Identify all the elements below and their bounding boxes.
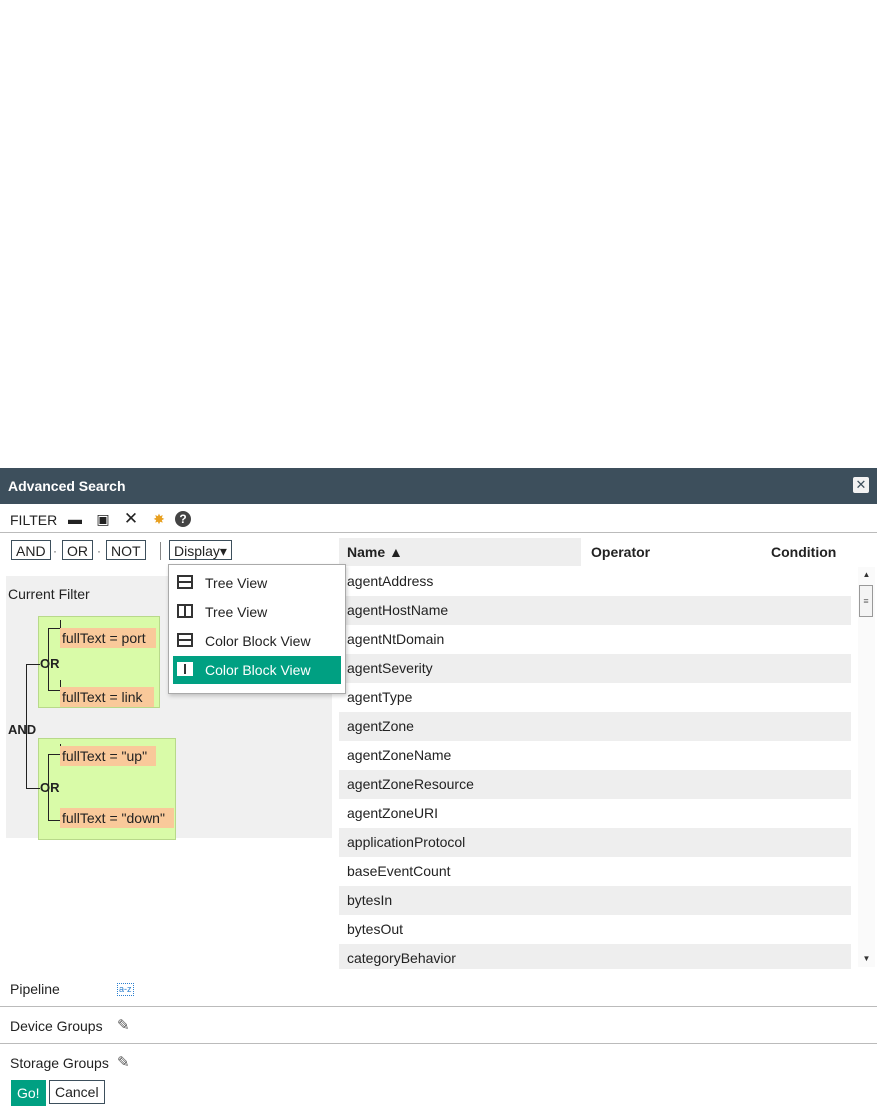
horizontal-layout-icon	[177, 633, 193, 647]
help-icon[interactable]: ?	[175, 511, 191, 527]
pencil-icon[interactable]: ✎	[117, 1053, 130, 1071]
storage-groups-label: Storage Groups	[10, 1055, 109, 1071]
column-header-condition[interactable]: Condition	[763, 538, 853, 566]
pipeline-section[interactable]: Pipeline a-z	[0, 970, 877, 1006]
cancel-button[interactable]: Cancel	[49, 1080, 105, 1104]
tree-connector	[48, 690, 60, 691]
table-row[interactable]: agentZoneName	[339, 741, 851, 770]
table-row[interactable]: agentZoneResource	[339, 770, 851, 799]
tree-connector	[48, 754, 60, 755]
sort-az-icon[interactable]: a-z	[117, 983, 134, 996]
clear-icon[interactable]: ✕	[122, 510, 140, 528]
close-icon[interactable]: ✕	[853, 477, 869, 493]
table-scrollbar[interactable]: ▲ ≡ ▼	[858, 567, 875, 967]
scroll-down-icon[interactable]: ▼	[858, 953, 875, 965]
menu-item-tree-view-horizontal[interactable]: Tree View	[173, 569, 341, 597]
magic-wand-icon[interactable]: ✸	[150, 510, 168, 528]
filter-leaf[interactable]: fullText = port	[60, 628, 156, 648]
or-button[interactable]: OR	[62, 540, 93, 560]
tree-connector	[48, 628, 60, 629]
device-groups-section[interactable]: Device Groups ✎	[0, 1006, 877, 1043]
tree-connector	[26, 788, 40, 789]
vertical-layout-icon	[177, 604, 193, 618]
save-icon[interactable]: ▣	[94, 510, 112, 528]
separator-line	[160, 542, 161, 560]
column-header-name[interactable]: Name ▲	[339, 538, 581, 566]
menu-item-color-block-view-vertical[interactable]: Color Block View	[173, 656, 341, 684]
storage-groups-section[interactable]: Storage Groups ✎	[0, 1043, 877, 1080]
tree-connector	[26, 664, 40, 665]
menu-item-color-block-view-horizontal[interactable]: Color Block View	[173, 627, 341, 655]
filter-label: FILTER	[10, 512, 58, 528]
not-button[interactable]: NOT	[106, 540, 146, 560]
advanced-search-dialog: Advanced Search ✕ FILTER ▬ ▣ ✕ ✸ ? AND ·…	[0, 468, 877, 1112]
scroll-thumb[interactable]: ≡	[859, 585, 873, 617]
current-filter-label: Current Filter	[8, 586, 90, 602]
table-row[interactable]: agentNtDomain	[339, 625, 851, 654]
go-button[interactable]: Go!	[11, 1080, 46, 1106]
table-row[interactable]: categoryBehavior	[339, 944, 851, 969]
pencil-icon[interactable]: ✎	[117, 1016, 130, 1034]
table-row[interactable]: baseEventCount	[339, 857, 851, 886]
dialog-titlebar: Advanced Search ✕	[0, 468, 877, 504]
filter-toolbar: FILTER ▬ ▣ ✕ ✸ ?	[0, 504, 877, 533]
or-operator-label[interactable]: OR	[40, 780, 60, 795]
menu-item-tree-view-vertical[interactable]: Tree View	[173, 598, 341, 626]
dialog-title: Advanced Search	[8, 478, 126, 494]
separator-dot: ·	[97, 544, 101, 558]
and-operator-label[interactable]: AND	[8, 722, 36, 737]
table-row[interactable]: agentSeverity	[339, 654, 851, 683]
table-row[interactable]: agentZone	[339, 712, 851, 741]
or-operator-label[interactable]: OR	[40, 656, 60, 671]
pipeline-label: Pipeline	[10, 981, 60, 997]
table-header: Name ▲ Operator Condition	[339, 538, 851, 566]
and-button[interactable]: AND	[11, 540, 51, 560]
horizontal-layout-icon	[177, 575, 193, 589]
device-groups-label: Device Groups	[10, 1018, 103, 1034]
filter-leaf[interactable]: fullText = "up"	[60, 746, 156, 766]
display-dropdown-menu: Tree View Tree View Color Block View Col…	[168, 564, 346, 694]
folder-open-icon[interactable]: ▬	[66, 510, 84, 528]
filter-leaf[interactable]: fullText = "down"	[60, 808, 174, 828]
scroll-up-icon[interactable]: ▲	[858, 569, 875, 581]
table-row[interactable]: agentAddress	[339, 567, 851, 596]
vertical-layout-icon	[177, 662, 193, 676]
table-row[interactable]: agentZoneURI	[339, 799, 851, 828]
tree-connector	[48, 820, 60, 821]
table-row[interactable]: bytesOut	[339, 915, 851, 944]
table-row[interactable]: agentType	[339, 683, 851, 712]
column-header-operator[interactable]: Operator	[583, 538, 763, 566]
display-dropdown-button[interactable]: Display▾	[169, 540, 232, 560]
table-row[interactable]: bytesIn	[339, 886, 851, 915]
table-row[interactable]: agentHostName	[339, 596, 851, 625]
filter-leaf[interactable]: fullText = link	[60, 687, 154, 707]
separator-dot: ·	[53, 544, 57, 558]
table-row[interactable]: applicationProtocol	[339, 828, 851, 857]
table-body: agentAddress agentHostName agentNtDomain…	[339, 567, 851, 969]
